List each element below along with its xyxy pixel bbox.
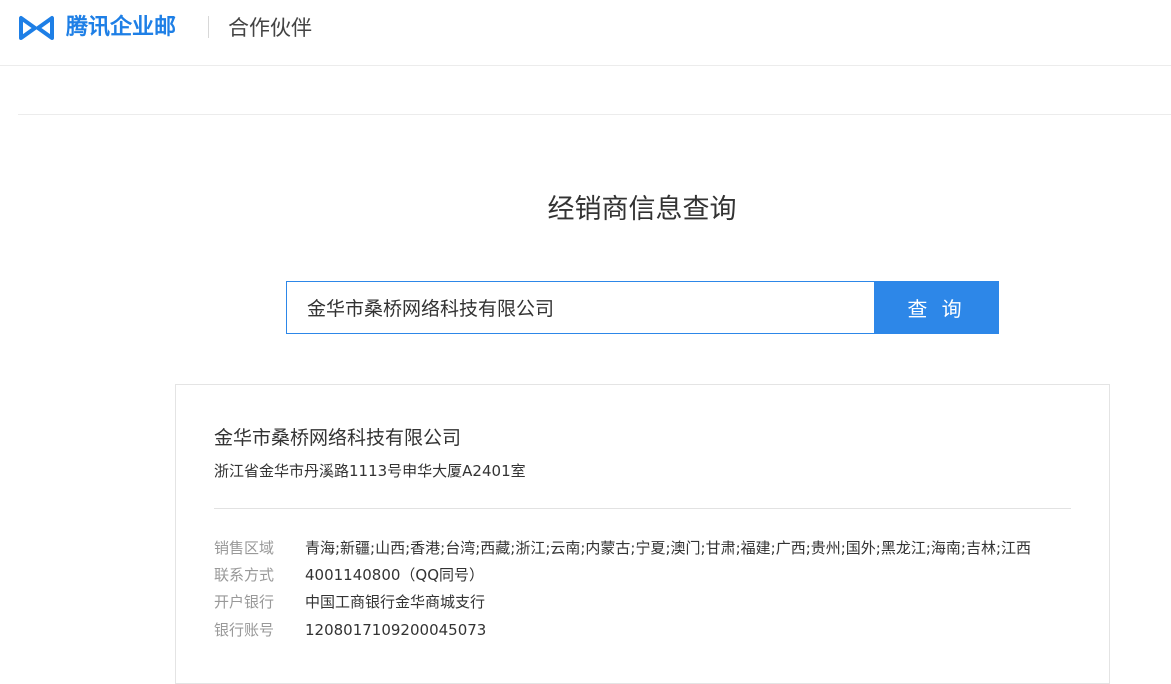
search-button[interactable]: 查 询 — [874, 281, 999, 334]
bank-label: 开户银行 — [214, 593, 275, 611]
contact-row: 联系方式 4001140800（QQ同号） — [214, 562, 484, 589]
exmail-logo-icon[interactable] — [18, 14, 55, 42]
contact-label: 联系方式 — [214, 566, 275, 584]
sales-region-label: 销售区域 — [214, 539, 275, 557]
account-row: 银行账号 1208017109200045073 — [214, 617, 486, 644]
account-label: 银行账号 — [214, 621, 275, 639]
company-address: 浙江省金华市丹溪路1113号申华大厦A2401室 — [214, 462, 526, 480]
card-divider — [214, 508, 1071, 509]
contact-value: 4001140800（QQ同号） — [305, 566, 485, 584]
company-name: 金华市桑桥网络科技有限公司 — [214, 427, 462, 449]
search-input[interactable] — [286, 281, 874, 334]
result-card: 金华市桑桥网络科技有限公司 浙江省金华市丹溪路1113号申华大厦A2401室 销… — [175, 384, 1110, 684]
header-subtitle: 合作伙伴 — [228, 16, 312, 40]
brand-name[interactable]: 腾讯企业邮 — [66, 12, 176, 44]
sales-region-value: 青海;新疆;山西;香港;台湾;西藏;浙江;云南;内蒙古;宁夏;澳门;甘肃;福建;… — [305, 539, 1032, 557]
page-header: 腾讯企业邮 合作伙伴 — [0, 0, 1171, 66]
bank-row: 开户银行 中国工商银行金华商城支行 — [214, 589, 485, 616]
header-divider — [208, 16, 209, 38]
page-title: 经销商信息查询 — [547, 194, 737, 225]
section-divider — [18, 114, 1171, 115]
account-value: 1208017109200045073 — [305, 621, 487, 639]
bank-value: 中国工商银行金华商城支行 — [305, 593, 486, 611]
sales-region-row: 销售区域 青海;新疆;山西;香港;台湾;西藏;浙江;云南;内蒙古;宁夏;澳门;甘肃… — [214, 535, 1031, 562]
